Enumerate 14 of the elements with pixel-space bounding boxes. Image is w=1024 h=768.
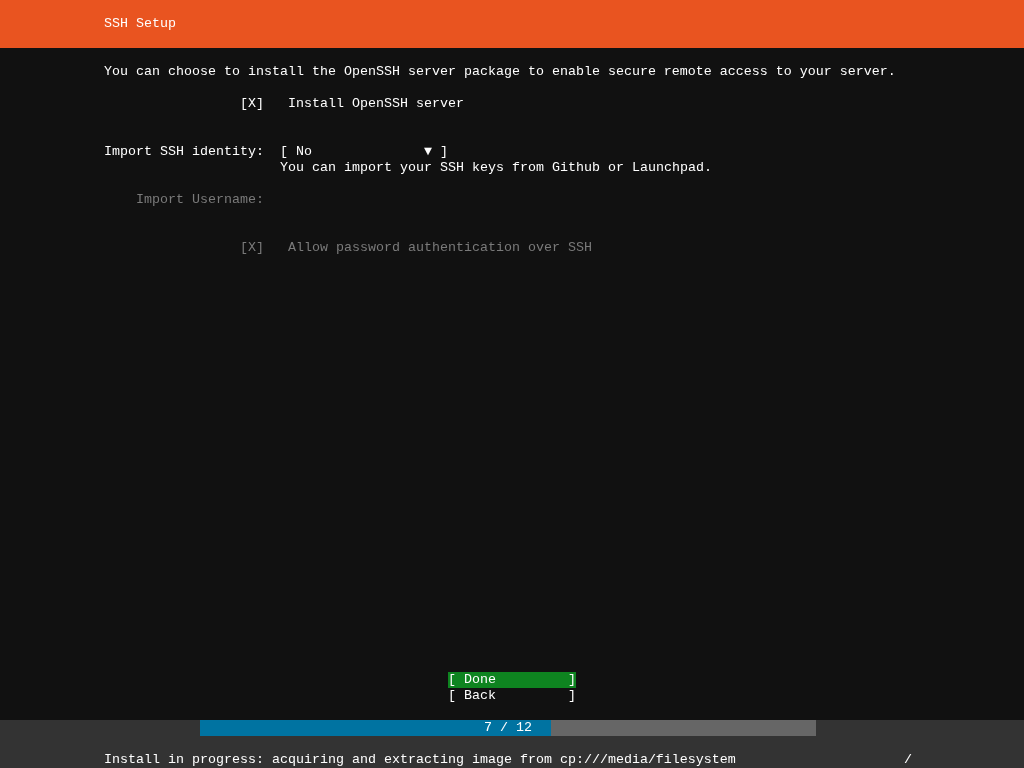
field-label: Import Username:	[135, 192, 264, 208]
screen-title: SSH Setup	[104, 16, 176, 32]
hint-text: You can import your SSH keys from Github or Launchpad.	[280, 160, 712, 176]
intro-text: You can choose to install the OpenSSH server package to enable secure remote access to your server.	[104, 64, 896, 80]
progress-text: 7 / 12	[483, 720, 533, 736]
checkbox-label: Allow password authentication over SSH	[288, 240, 592, 256]
menu-button[interactable]: [ Back ]	[448, 688, 576, 704]
checkbox[interactable]: [X]	[240, 96, 264, 112]
checkbox-label: Install OpenSSH server	[288, 96, 464, 112]
field-label: Import SSH identity:	[104, 144, 264, 160]
menu-button[interactable]: [ Done ]	[448, 672, 576, 688]
spinner: /	[904, 752, 912, 768]
status-text: Install in progress: acquiring and extracting image from cp:///media/filesystem	[104, 752, 737, 768]
identity-dropdown[interactable]: [ No ▼ ]	[280, 144, 448, 160]
